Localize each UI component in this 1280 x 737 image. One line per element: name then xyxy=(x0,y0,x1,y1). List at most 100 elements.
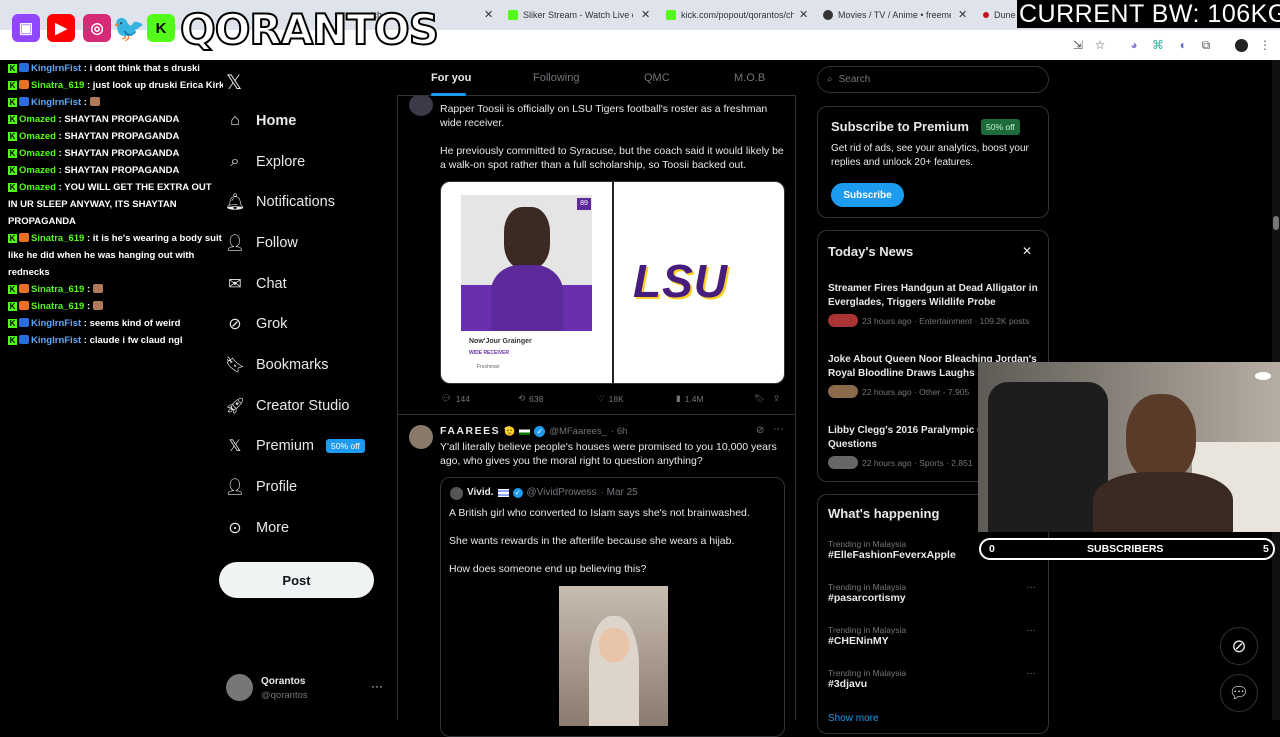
tab-for-you[interactable]: For you xyxy=(431,72,471,84)
tab-label: Movies / TV / Anime • freemed xyxy=(838,10,951,20)
chat-message: K Omazed : SHAYTAN PROPAGANDA xyxy=(8,128,223,145)
extensions-puzzle-icon[interactable]: ⧉ xyxy=(1198,37,1214,53)
chat-username: KingIrnFist xyxy=(31,335,82,346)
nav-premium[interactable]: 𝕏 Premium 50% off xyxy=(226,431,365,461)
close-icon[interactable]: ✕ xyxy=(1022,244,1032,258)
bookmark-icon: 🔖︎ xyxy=(224,357,246,374)
nav-follow[interactable]: 👤︎ Follow xyxy=(225,228,298,258)
premium-discount-badge: 50% off xyxy=(981,119,1020,135)
tab-close-icon[interactable]: ✕ xyxy=(484,8,493,21)
browser-tab[interactable]: Movies / TV / Anime • freemed xyxy=(823,4,951,26)
extension-icon[interactable]: ⌘ xyxy=(1150,37,1166,53)
tab-following[interactable]: Following xyxy=(533,72,579,84)
quote-tweet[interactable]: Vivid. ✓ @VividProwess · Mar 25 A Britis… xyxy=(440,477,785,737)
chat-username: KingIrnFist xyxy=(31,97,82,108)
scrollbar-thumb[interactable] xyxy=(1273,216,1279,230)
views-button[interactable]: ▮ 1.4M xyxy=(676,393,704,404)
quote-time: · Mar 25 xyxy=(600,487,638,498)
tab-close-icon[interactable]: ✕ xyxy=(641,8,650,21)
trend-item[interactable]: Trending in Malaysia #pasarcortismy xyxy=(828,582,1043,604)
nav-bookmarks[interactable]: 🔖︎ Bookmarks xyxy=(224,350,329,380)
repost-icon: ⟲ xyxy=(518,393,526,403)
search-placeholder: Search xyxy=(838,74,871,85)
news-item[interactable]: Streamer Fires Handgun at Dead Alligator… xyxy=(828,282,1043,327)
chat-separator: : xyxy=(81,318,90,329)
nav-chat[interactable]: ✉ Chat xyxy=(226,269,287,299)
nav-profile[interactable]: 👤︎ Profile xyxy=(225,472,297,502)
search-input[interactable]: ⌕ Search xyxy=(817,66,1049,93)
subscribe-button[interactable]: Subscribe xyxy=(831,183,904,207)
repost-button[interactable]: ⟲ 638 xyxy=(518,393,543,404)
share-icon: ⇪ xyxy=(773,393,781,403)
reply-button[interactable]: 💬︎ 144 xyxy=(441,393,470,404)
grok-icon[interactable]: ⊘ xyxy=(756,425,764,436)
post-button[interactable]: Post xyxy=(219,562,374,598)
nav-creator-studio[interactable]: 🚀︎ Creator Studio xyxy=(225,391,350,421)
tab-mob[interactable]: M.O.B xyxy=(734,72,765,84)
nav-grok[interactable]: ⊘ Grok xyxy=(226,309,287,339)
avatar xyxy=(226,674,253,701)
tab-close-icon[interactable]: ✕ xyxy=(799,8,808,21)
tab-label: kick.com/popout/qorantos/cha xyxy=(681,10,794,20)
x-premium-icon: 𝕏 xyxy=(228,438,242,455)
sub-badge-icon xyxy=(19,97,29,106)
chat-text: i dont think that s druski xyxy=(89,63,200,74)
messages-button[interactable]: 💬︎ xyxy=(1220,674,1258,712)
more-dots-icon[interactable]: ··· xyxy=(773,423,784,435)
browser-tab[interactable]: Dune xyxy=(983,4,1017,26)
browser-tab[interactable]: kick.com/popout/qorantos/cha xyxy=(666,4,794,26)
bodyweight-overlay: CURRENT BW: 106KG xyxy=(1017,0,1280,28)
tab-qmc[interactable]: QMC xyxy=(644,72,670,84)
bell-icon: 🔔︎ xyxy=(224,194,246,211)
more-dots-icon[interactable]: ··· xyxy=(1026,582,1036,593)
news-headline: Streamer Fires Handgun at Dead Alligator… xyxy=(828,283,1038,308)
tweet-media[interactable]: 89 Now'Jour Grainger WIDE RECEIVER Fresh… xyxy=(440,181,785,384)
bookmark-button[interactable]: 🔖︎ xyxy=(754,393,765,404)
sub-badge-icon xyxy=(19,318,29,327)
show-more-link[interactable]: Show more xyxy=(828,713,879,724)
author-handle[interactable]: @MFaarees_ xyxy=(549,426,607,437)
avatar xyxy=(828,456,858,469)
tweet-time[interactable]: · 6h xyxy=(611,426,627,437)
chat-username: Omazed xyxy=(19,148,56,159)
share-button[interactable]: ⇪ xyxy=(773,393,780,404)
chat-message: K Sinatra_619 : xyxy=(8,298,223,315)
chat-username: Omazed xyxy=(19,114,56,125)
bookmark-star-icon[interactable]: ☆ xyxy=(1092,37,1108,53)
more-dots-icon[interactable]: ··· xyxy=(1026,625,1036,636)
chat-emote-icon xyxy=(89,97,100,106)
avatar[interactable] xyxy=(1233,37,1249,53)
nav-home[interactable]: ⌂ Home xyxy=(226,106,296,136)
account-switcher[interactable]: Qorantos @qorantos ··· xyxy=(226,673,386,705)
repost-count: 638 xyxy=(529,393,544,404)
avatar[interactable] xyxy=(409,425,433,449)
chat-username: Omazed xyxy=(19,182,56,193)
kick-badge-icon: K xyxy=(8,302,17,311)
nav-label: Chat xyxy=(256,276,287,292)
extension-icon[interactable]: ◖ xyxy=(1174,37,1190,53)
install-app-icon[interactable]: ⇲ xyxy=(1070,37,1086,53)
nav-label: Premium xyxy=(256,438,315,454)
flag-icon xyxy=(519,427,531,435)
quote-video[interactable] xyxy=(559,586,668,726)
more-dots-icon[interactable]: ··· xyxy=(1026,668,1036,679)
extension-icon[interactable]: ◕ xyxy=(1126,37,1142,53)
tab-close-icon[interactable]: ✕ xyxy=(958,8,967,21)
chat-message: K KingIrnFist : seems kind of weird xyxy=(8,315,223,332)
fire-badge-icon xyxy=(19,233,29,242)
verified-icon: ✓ xyxy=(534,425,546,437)
nav-more[interactable]: ⊙ More xyxy=(226,513,289,543)
author-name[interactable]: FAAREES xyxy=(440,425,500,437)
like-button[interactable]: ♡ 18K xyxy=(597,393,624,404)
trend-item[interactable]: Trending in Malaysia #CHENinMY xyxy=(828,625,1043,647)
kick-badge-icon: K xyxy=(8,183,17,192)
quote-header: Vivid. ✓ @VividProwess · Mar 25 xyxy=(467,487,638,498)
browser-tab[interactable]: Sliker Stream - Watch Live on K xyxy=(508,4,633,26)
nav-notifications[interactable]: 🔔︎ Notifications xyxy=(224,187,335,217)
grok-button[interactable]: ⊘ xyxy=(1220,627,1258,665)
chat-username: Sinatra_619 xyxy=(31,233,85,244)
x-logo-icon[interactable]: 𝕏 xyxy=(226,70,242,95)
browser-menu-icon[interactable]: ⋮ xyxy=(1257,37,1273,53)
nav-explore[interactable]: ⌕ Explore xyxy=(226,147,306,177)
trend-item[interactable]: Trending in Malaysia #3djavu xyxy=(828,668,1043,690)
